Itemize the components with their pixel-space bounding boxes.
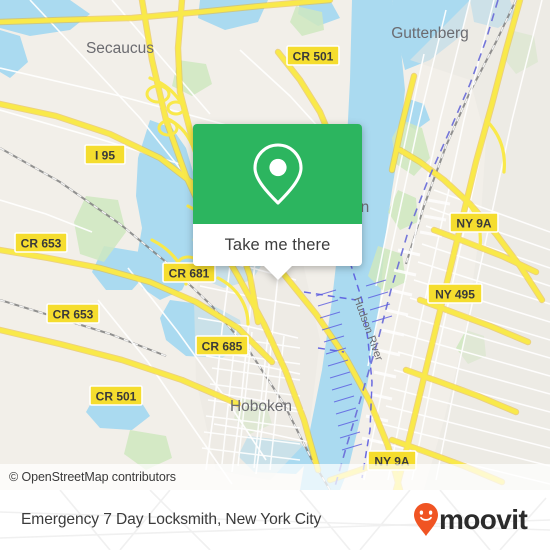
svg-text:CR 653: CR 653 xyxy=(53,308,94,322)
svg-text:CR 681: CR 681 xyxy=(169,267,210,281)
svg-text:CR 685: CR 685 xyxy=(202,340,243,354)
road-shield-cr-685: CR 685 xyxy=(195,335,249,356)
place-label-secaucus: Secaucus xyxy=(86,40,154,57)
svg-text:CR 501: CR 501 xyxy=(293,50,334,64)
svg-text:CR 501: CR 501 xyxy=(96,390,137,404)
callout-action[interactable]: Take me there xyxy=(193,224,362,280)
road-shield-i-95: I 95 xyxy=(84,144,126,165)
moovit-pin-logo: moovit xyxy=(414,503,528,536)
take-me-there-label: Take me there xyxy=(224,235,331,254)
moovit-wordmark: moovit xyxy=(439,504,527,535)
attribution-text: © OpenStreetMap contributors xyxy=(9,470,176,484)
svg-text:NY 9A: NY 9A xyxy=(456,217,491,231)
take-me-there-callout[interactable]: Take me there xyxy=(193,124,362,280)
road-shield-ny-495: NY 495 xyxy=(427,283,483,304)
callout-tail xyxy=(262,265,293,280)
svg-text:CR 653: CR 653 xyxy=(21,237,62,251)
moovit-brand[interactable]: moovit xyxy=(411,490,539,550)
svg-text:NY 495: NY 495 xyxy=(435,288,475,302)
svg-text:I 95: I 95 xyxy=(95,149,115,163)
footer-bar: Emergency 7 Day Locksmith, New York City… xyxy=(0,490,550,550)
road-shield-ny-9a-upper: NY 9A xyxy=(449,212,499,233)
map-attribution-bar: © OpenStreetMap contributors xyxy=(0,464,550,490)
poi-title: Emergency 7 Day Locksmith, New York City xyxy=(21,490,321,550)
callout-header xyxy=(193,124,362,224)
place-label-guttenberg: Guttenberg xyxy=(391,25,469,42)
map-screenshot: Hudson River Secaucus Guttenberg Hoboken… xyxy=(0,0,550,550)
road-shield-cr-501-north: CR 501 xyxy=(286,45,340,66)
road-shield-cr-653-lower: CR 653 xyxy=(46,303,100,324)
road-shield-cr-501-south: CR 501 xyxy=(89,385,143,406)
map-pin-icon xyxy=(252,143,303,205)
place-label-hoboken: Hoboken xyxy=(230,398,292,415)
poi-title-text: Emergency 7 Day Locksmith, New York City xyxy=(21,511,322,528)
road-shield-cr-653-upper: CR 653 xyxy=(14,232,68,253)
